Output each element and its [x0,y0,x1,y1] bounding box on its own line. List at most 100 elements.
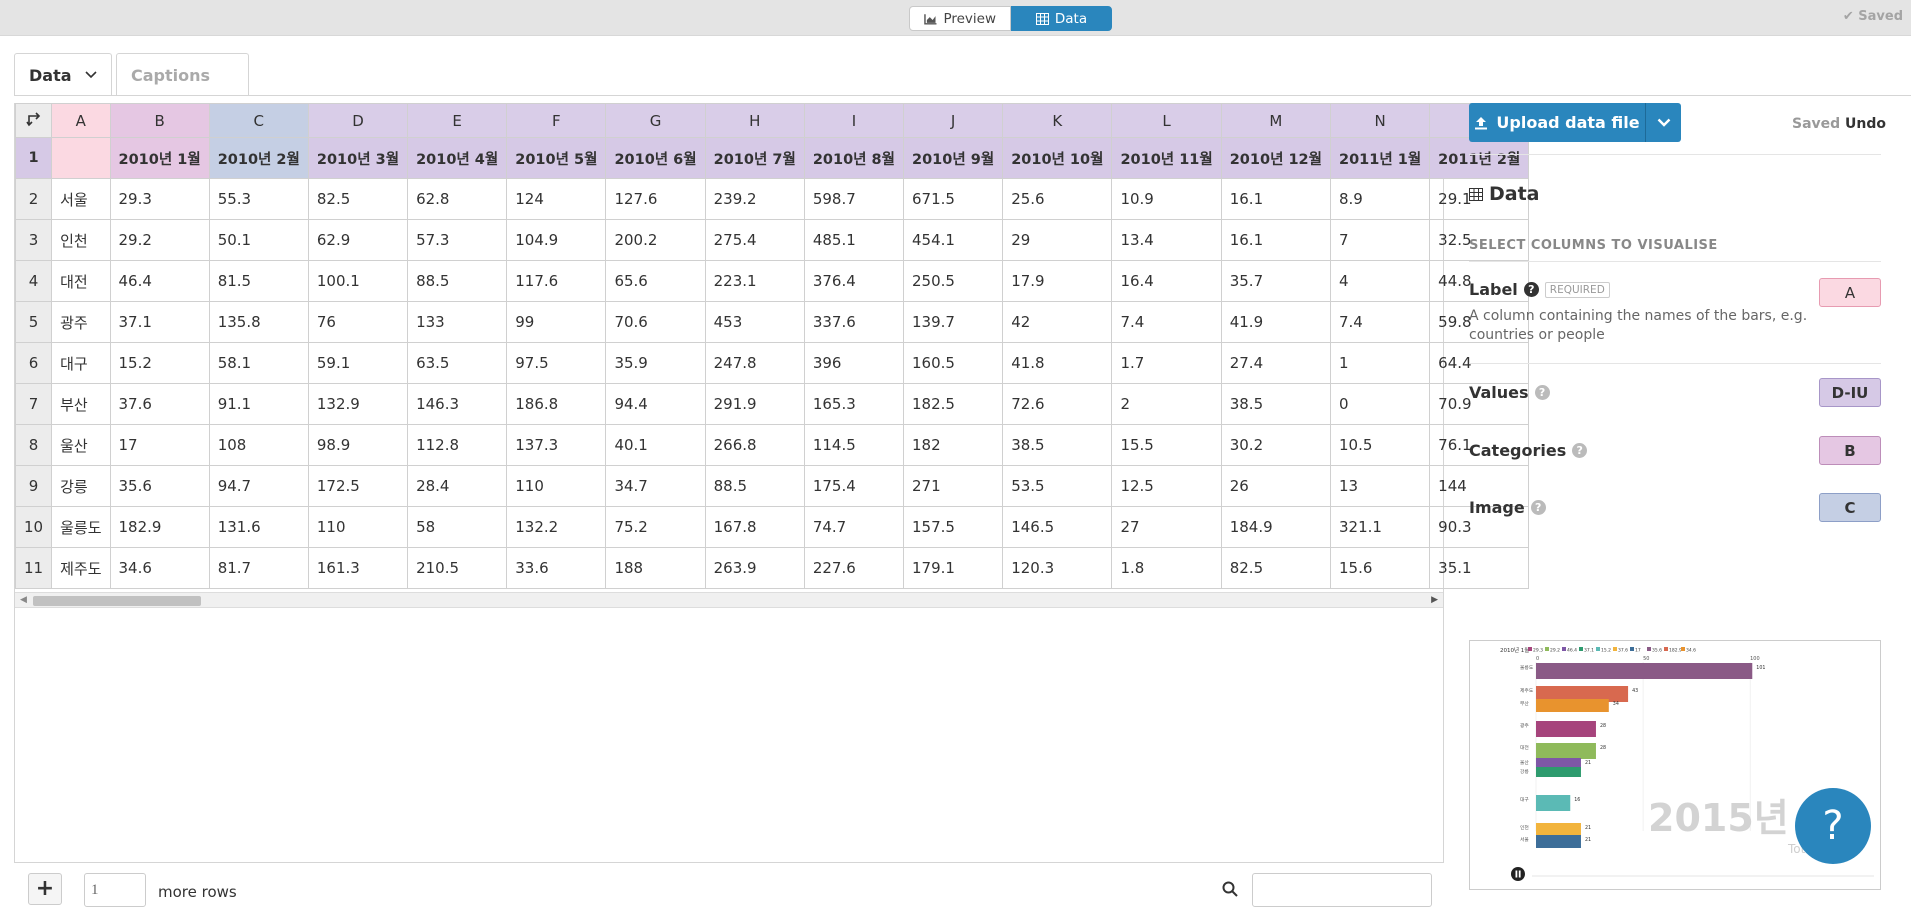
data-cell[interactable]: 강릉 [51,465,111,507]
column-header[interactable]: H [704,103,805,138]
data-cell[interactable]: 99 [506,301,607,343]
data-cell[interactable]: 210.5 [407,547,508,589]
data-cell[interactable]: 72.6 [1002,383,1113,425]
data-cell[interactable]: 10.5 [1329,424,1431,466]
data-cell[interactable]: 135.8 [208,301,309,343]
column-header[interactable]: C [208,103,309,138]
data-cell[interactable]: 13 [1329,465,1431,507]
column-header[interactable]: F [506,103,607,138]
data-cell[interactable]: 62.8 [407,178,508,220]
data-cell[interactable]: 114.5 [803,424,905,466]
header-cell[interactable] [51,137,111,179]
data-cell[interactable]: 63.5 [407,342,508,384]
data-cell[interactable]: 454.1 [902,219,1004,261]
tab-data[interactable]: Data [14,53,112,96]
data-cell[interactable]: 28.4 [407,465,508,507]
data-cell[interactable]: 98.9 [307,424,409,466]
data-cell[interactable]: 29.3 [109,178,210,220]
column-header[interactable]: J [902,103,1004,138]
undo-button[interactable]: Undo [1845,116,1886,132]
data-cell[interactable]: 671.5 [902,178,1004,220]
data-cell[interactable]: 34.6 [109,547,210,589]
scroll-right-icon[interactable]: ▶ [1431,595,1438,605]
data-cell[interactable]: 247.8 [704,342,805,384]
data-cell[interactable]: 16.1 [1220,219,1331,261]
data-cell[interactable]: 7 [1329,219,1431,261]
header-cell[interactable]: 2010년 3월 [307,137,409,179]
row-number[interactable]: 7 [14,383,53,425]
values-column-input[interactable]: D-IU [1819,378,1881,407]
data-cell[interactable]: 34.7 [605,465,706,507]
data-cell[interactable]: 396 [803,342,905,384]
row-number[interactable]: 4 [14,260,53,302]
data-cell[interactable]: 175.4 [803,465,905,507]
data-cell[interactable]: 대구 [51,342,111,384]
data-cell[interactable]: 139.7 [902,301,1004,343]
column-header[interactable]: E [407,103,508,138]
data-cell[interactable]: 182.5 [902,383,1004,425]
data-cell[interactable]: 321.1 [1329,506,1431,548]
data-cell[interactable]: 275.4 [704,219,805,261]
data-cell[interactable]: 110 [506,465,607,507]
data-cell[interactable]: 15.2 [109,342,210,384]
data-cell[interactable]: 62.9 [307,219,409,261]
transpose-corner[interactable] [14,103,53,138]
data-cell[interactable]: 127.6 [605,178,706,220]
data-cell[interactable]: 16.1 [1220,178,1331,220]
data-cell[interactable]: 40.1 [605,424,706,466]
data-cell[interactable]: 29.2 [109,219,210,261]
data-cell[interactable]: 200.2 [605,219,706,261]
data-cell[interactable]: 2 [1111,383,1222,425]
row-number[interactable]: 6 [14,342,53,384]
data-cell[interactable]: 81.5 [208,260,309,302]
data-cell[interactable]: 160.5 [902,342,1004,384]
data-cell[interactable]: 146.5 [1002,506,1113,548]
row-number[interactable]: 10 [14,506,53,548]
data-cell[interactable]: 120.3 [1002,547,1113,589]
data-cell[interactable]: 81.7 [208,547,309,589]
column-header[interactable]: B [109,103,210,138]
data-cell[interactable]: 108 [208,424,309,466]
data-cell[interactable]: 266.8 [704,424,805,466]
data-cell[interactable]: 100.1 [307,260,409,302]
data-cell[interactable]: 1.7 [1111,342,1222,384]
data-cell[interactable]: 227.6 [803,547,905,589]
image-column-input[interactable]: C [1819,493,1881,522]
data-cell[interactable]: 26 [1220,465,1331,507]
data-cell[interactable]: 울산 [51,424,111,466]
help-icon[interactable]: ? [1534,385,1550,400]
data-cell[interactable]: 제주도 [51,547,111,589]
data-cell[interactable]: 184.9 [1220,506,1331,548]
tab-captions[interactable]: Captions [116,53,249,96]
column-header[interactable]: I [803,103,905,138]
data-cell[interactable]: 38.5 [1002,424,1113,466]
data-cell[interactable]: 8.9 [1329,178,1431,220]
data-cell[interactable]: 70.6 [605,301,706,343]
data-cell[interactable]: 35.6 [109,465,210,507]
help-icon[interactable]: ? [1572,443,1588,458]
row-number[interactable]: 9 [14,465,53,507]
data-cell[interactable]: 137.3 [506,424,607,466]
data-cell[interactable]: 82.5 [307,178,409,220]
data-cell[interactable]: 376.4 [803,260,905,302]
data-cell[interactable]: 76 [307,301,409,343]
data-cell[interactable]: 7.4 [1329,301,1431,343]
data-cell[interactable]: 41.8 [1002,342,1113,384]
data-cell[interactable]: 188 [605,547,706,589]
data-cell[interactable]: 17 [109,424,210,466]
data-cell[interactable]: 157.5 [902,506,1004,548]
row-number[interactable]: 2 [14,178,53,220]
header-cell[interactable]: 2010년 5월 [506,137,607,179]
data-cell[interactable]: 37.6 [109,383,210,425]
header-cell[interactable]: 2011년 1월 [1329,137,1431,179]
categories-column-input[interactable]: B [1819,436,1881,465]
data-cell[interactable]: 17.9 [1002,260,1113,302]
preview-button[interactable]: Preview [909,6,1011,31]
data-cell[interactable]: 41.9 [1220,301,1331,343]
label-column-input[interactable]: A [1819,278,1881,307]
row-number[interactable]: 1 [14,137,53,179]
row-number[interactable]: 5 [14,301,53,343]
data-cell[interactable]: 57.3 [407,219,508,261]
data-cell[interactable]: 263.9 [704,547,805,589]
header-cell[interactable]: 2010년 7월 [704,137,805,179]
